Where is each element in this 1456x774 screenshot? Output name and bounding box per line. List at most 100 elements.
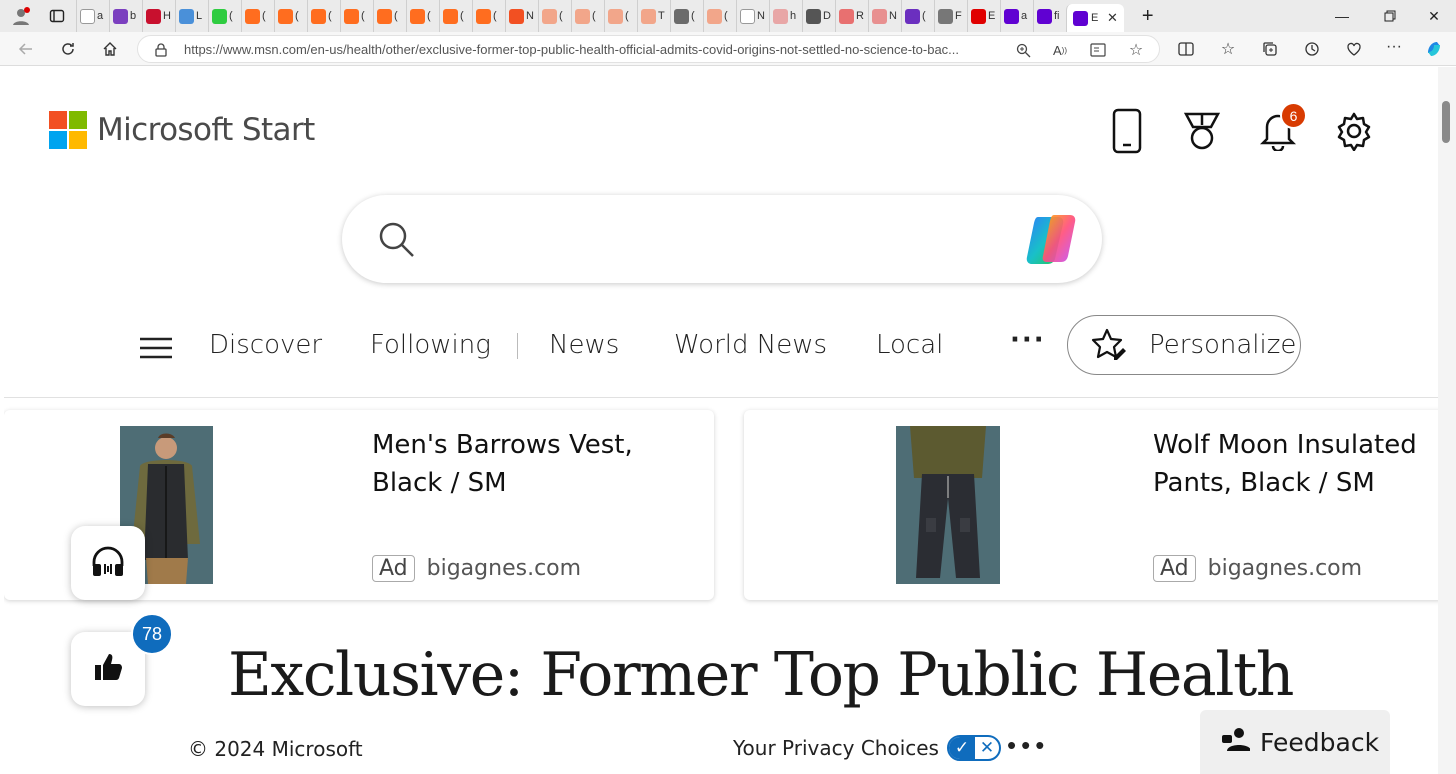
ad-product-image-pants[interactable] [896, 426, 1000, 584]
document-icon [80, 8, 95, 24]
nav-following[interactable]: Following [370, 330, 491, 360]
browser-tab[interactable]: D [802, 0, 835, 32]
collections-icon[interactable] [1258, 38, 1282, 60]
browser-tab[interactable]: N [868, 0, 901, 32]
close-tab-icon[interactable]: ✕ [1107, 10, 1118, 26]
favorites-icon[interactable]: ☆ [1216, 38, 1240, 60]
browser-tab[interactable]: ( [670, 0, 703, 32]
page-scrollbar[interactable] [1438, 67, 1456, 774]
scrollbar-thumb[interactable] [1442, 101, 1450, 143]
immersive-reader-icon[interactable] [1088, 40, 1108, 60]
browser-tab[interactable]: ( [439, 0, 472, 32]
personalize-button[interactable]: Personalize [1067, 315, 1301, 375]
tab-title: ( [460, 10, 464, 22]
history-icon[interactable] [1300, 38, 1324, 60]
ad-card[interactable]: Wolf Moon Insulated Pants, Black / SM Ad… [744, 410, 1438, 600]
new-tab-button[interactable]: + [1142, 6, 1154, 26]
bookmark-icon [344, 8, 359, 24]
split-screen-icon[interactable] [1174, 38, 1198, 60]
tab-actions-icon[interactable] [46, 5, 68, 27]
ad-source[interactable]: bigagnes.com [427, 556, 581, 581]
browser-tab[interactable]: F [934, 0, 967, 32]
tab-title: F [955, 10, 962, 22]
ad-title[interactable]: Men's Barrows Vest, Black / SM [372, 426, 702, 502]
browser-tab[interactable]: ( [703, 0, 736, 32]
nav-discover[interactable]: Discover [209, 330, 322, 360]
browser-tab[interactable]: ( [340, 0, 373, 32]
address-bar[interactable]: https://www.msn.com/en-us/health/other/e… [137, 35, 1160, 63]
feedback-button[interactable]: Feedback [1200, 710, 1390, 774]
ad-title[interactable]: Wolf Moon Insulated Pants, Black / SM [1153, 426, 1438, 502]
browser-tab[interactable]: ( [604, 0, 637, 32]
tab-title: N [526, 10, 534, 22]
browser-tab[interactable]: ( [571, 0, 604, 32]
listen-button[interactable] [71, 526, 145, 600]
browser-tab[interactable]: ( [307, 0, 340, 32]
close-window-button[interactable]: ✕ [1414, 0, 1454, 32]
microsoft-start-logo[interactable]: Microsoft Start [49, 111, 315, 149]
ad-source[interactable]: bigagnes.com [1208, 556, 1362, 581]
browser-tab[interactable]: ( [538, 0, 571, 32]
browser-tab[interactable]: N [736, 0, 769, 32]
nav-local[interactable]: Local [876, 330, 943, 360]
browser-tab[interactable]: b [109, 0, 142, 32]
app-icon [476, 8, 491, 24]
minimize-button[interactable]: — [1322, 0, 1362, 32]
browser-tab[interactable]: h [769, 0, 802, 32]
browser-tab[interactable]: ( [274, 0, 307, 32]
maximize-button[interactable] [1370, 0, 1410, 32]
url-text[interactable]: https://www.msn.com/en-us/health/other/e… [184, 42, 1004, 57]
browser-tab[interactable]: ( [406, 0, 439, 32]
home-button[interactable] [96, 36, 124, 62]
footer-more-button[interactable]: ••• [1007, 730, 1049, 761]
tab-active[interactable]: E ✕ [1066, 4, 1124, 32]
browser-tab[interactable]: N [505, 0, 538, 32]
lock-icon[interactable] [151, 40, 171, 60]
copilot-sidebar-icon[interactable] [1422, 38, 1446, 60]
browser-tab[interactable]: ( [901, 0, 934, 32]
browser-tab[interactable]: ( [373, 0, 406, 32]
browser-tab[interactable]: fi [1033, 0, 1066, 32]
copilot-icon[interactable] [1024, 211, 1084, 272]
yahoo-icon [113, 8, 128, 24]
yahoo-icon [1004, 8, 1019, 24]
nav-more-button[interactable]: ··· [1010, 325, 1046, 355]
settings-gear-icon[interactable] [1334, 109, 1374, 153]
browser-tab[interactable]: ( [208, 0, 241, 32]
five-icon [179, 8, 194, 24]
browser-tab[interactable]: H [142, 0, 175, 32]
menu-hamburger-icon[interactable] [140, 337, 172, 364]
bi-icon [740, 8, 755, 24]
g-icon [212, 8, 227, 24]
browser-tab[interactable]: a [76, 0, 109, 32]
zoom-icon[interactable] [1013, 40, 1033, 60]
notification-count-badge[interactable]: 6 [1280, 102, 1307, 129]
nav-world-news[interactable]: World News [674, 330, 827, 360]
windows-icon [509, 8, 524, 24]
read-aloud-icon[interactable]: A)) [1050, 40, 1070, 60]
rewards-medal-icon[interactable] [1182, 109, 1222, 153]
browser-tab[interactable]: T [637, 0, 670, 32]
nav-news[interactable]: News [549, 330, 619, 360]
browser-tab[interactable]: R [835, 0, 868, 32]
refresh-button[interactable] [54, 36, 82, 62]
tab-title: b [130, 10, 137, 22]
profile-avatar-icon[interactable] [10, 5, 32, 27]
video-icon [839, 8, 854, 24]
thumbs-up-icon [92, 651, 124, 688]
back-button[interactable] [12, 36, 40, 62]
browser-tab[interactable]: ( [241, 0, 274, 32]
browser-tab[interactable]: a [1000, 0, 1033, 32]
tab-title: R [856, 10, 864, 22]
favorite-star-icon[interactable]: ☆ [1126, 40, 1146, 60]
browser-essentials-icon[interactable] [1342, 38, 1366, 60]
mobile-app-icon[interactable] [1107, 108, 1147, 154]
browser-tab[interactable]: E [967, 0, 1000, 32]
privacy-choices-link[interactable]: Your Privacy Choices ✓ ✕ [733, 735, 1001, 761]
more-menu-icon[interactable]: ··· [1382, 36, 1406, 58]
browser-tab[interactable]: ( [472, 0, 505, 32]
browser-tab[interactable]: L [175, 0, 208, 32]
ad-source-row: Ad bigagnes.com [1153, 555, 1362, 582]
search-icon[interactable] [378, 221, 416, 264]
search-input[interactable] [342, 195, 1102, 283]
